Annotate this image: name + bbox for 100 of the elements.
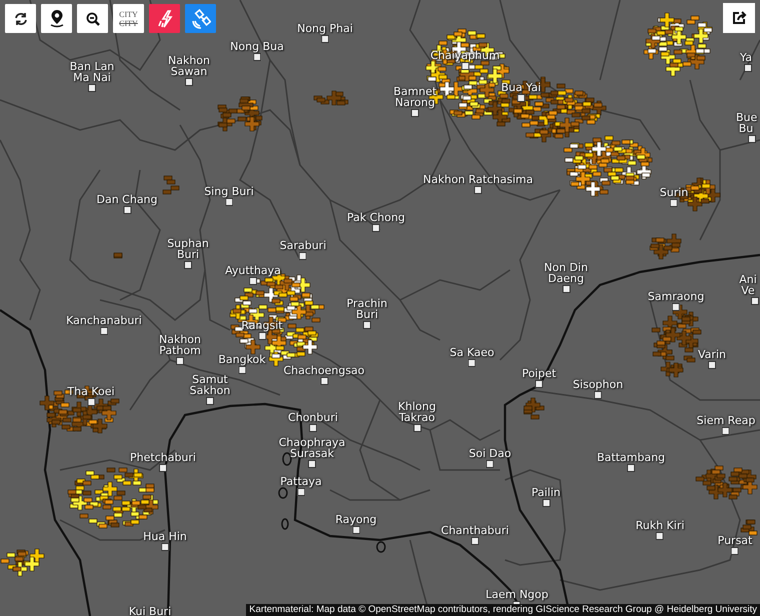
city-marker [185, 78, 193, 86]
city-label: Hua Hin [143, 531, 187, 542]
city-marker [321, 35, 329, 43]
city-label: Nong Bua [230, 41, 284, 52]
zoom-out-button[interactable] [77, 4, 108, 33]
city-label: Phetchaburi [130, 452, 196, 463]
lightning-cluster [114, 252, 122, 258]
city-label: Rukh Kiri [636, 520, 684, 531]
city-label: Samut Sakhon [188, 374, 232, 396]
city-marker [88, 84, 96, 92]
city-marker [751, 297, 759, 305]
city-label: Dan Chang [96, 194, 158, 205]
city-label: Nong Phai [297, 23, 353, 34]
city-marker [594, 391, 602, 399]
city-marker [535, 380, 543, 388]
city-marker [308, 460, 316, 468]
lightning-cluster [650, 234, 682, 260]
zoom-out-icon [86, 12, 100, 26]
share-icon [731, 10, 747, 26]
city-marker [562, 285, 570, 293]
map-pin-icon [48, 9, 64, 28]
city-label: Kanchanaburi [66, 315, 142, 326]
city-label: Bue Bu [736, 112, 756, 134]
city-label: Nakhon Sawan [166, 55, 211, 77]
lightning-cluster [218, 96, 262, 132]
lightning-cluster [162, 176, 180, 194]
city-labels-toggle[interactable]: CITY CITY [113, 4, 144, 33]
city-label: Ban Lan Ma Nai [68, 61, 116, 83]
city-marker [176, 357, 184, 365]
city-label: Nakhon Ratchasima [423, 174, 533, 185]
city-marker [471, 537, 479, 545]
city-marker [253, 53, 261, 61]
lightning-cluster [0, 548, 44, 576]
city-label: Samraong [648, 291, 704, 302]
lightning-cluster [644, 12, 712, 76]
satellite-layer-toggle[interactable] [185, 4, 216, 33]
city-label: Sa Kaeo [450, 347, 494, 358]
refresh-icon [12, 10, 28, 26]
city-label: Rangsit [241, 320, 283, 331]
city-label: Poipet [522, 368, 556, 379]
city-label: Khlong Takrao [397, 401, 437, 423]
city-label: Chanthaburi [441, 525, 509, 536]
city-marker [297, 488, 305, 496]
city-marker [320, 377, 328, 385]
city-marker [468, 359, 476, 367]
city-marker [161, 543, 169, 551]
city-marker [184, 261, 192, 269]
city-marker [744, 64, 752, 72]
city-label: Rayong [335, 514, 377, 525]
city-label: Soi Dao [468, 448, 512, 459]
refresh-button[interactable] [5, 4, 36, 33]
city-marker [363, 321, 371, 329]
city-marker [238, 366, 246, 374]
city-marker [486, 460, 494, 468]
city-marker [123, 206, 131, 214]
city-marker [461, 62, 469, 70]
city-marker [249, 277, 257, 285]
city-marker [372, 224, 380, 232]
city-label: Pattaya [280, 476, 322, 487]
city-label: Chaiyaphum [430, 50, 500, 61]
city-label: Pak Chong [346, 212, 406, 223]
city-label: Nakhon Pathom [158, 334, 202, 356]
city-marker [656, 532, 664, 540]
city-label: Ani Ve [738, 274, 758, 296]
city-marker [225, 198, 233, 206]
city-marker [542, 499, 550, 507]
lightning-cluster [314, 90, 348, 106]
city-label: Ayutthaya [225, 265, 281, 276]
city-label: Ya [740, 52, 752, 63]
city-marker [159, 464, 167, 472]
city-marker [309, 424, 317, 432]
city-marker [258, 332, 266, 340]
city-label: Suphan Buri [166, 238, 210, 260]
city-label: Kui Buri [128, 606, 172, 616]
city-marker [627, 464, 635, 472]
lightning-cluster [524, 398, 544, 420]
city-marker [413, 424, 421, 432]
city-label: Siem Reap [696, 415, 756, 426]
lightning-icon [156, 10, 172, 28]
city-marker [87, 398, 95, 406]
city-marker [708, 361, 716, 369]
share-button[interactable] [723, 3, 755, 33]
city-marker [731, 547, 739, 555]
city-label: Non Din Daeng [544, 262, 588, 284]
city-label: Laem Ngop [486, 589, 548, 600]
city-marker [299, 252, 307, 260]
city-label: Bangkok [218, 354, 266, 365]
city-marker [670, 199, 678, 207]
city-label: Chachoengsao [283, 365, 365, 376]
city-marker [411, 109, 419, 117]
city-marker [748, 135, 756, 143]
city-label: Chonburi [288, 412, 338, 423]
city-marker [206, 397, 214, 405]
lightning-cluster [696, 466, 758, 500]
lightning-layer-toggle[interactable] [149, 4, 180, 33]
city-marker [474, 186, 482, 194]
city-label: Sing Buri [204, 186, 254, 197]
city-marker [672, 303, 680, 311]
locate-button[interactable] [41, 4, 72, 33]
satellite-icon [190, 8, 210, 28]
